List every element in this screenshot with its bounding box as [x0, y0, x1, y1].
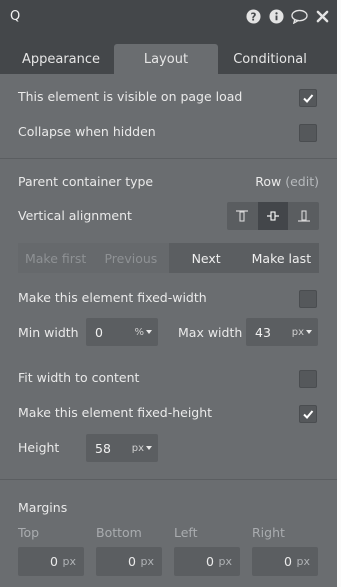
check-icon: [303, 94, 314, 103]
make-first-button[interactable]: Make first: [18, 243, 93, 273]
fixed-width-checkbox[interactable]: [299, 290, 317, 308]
visible-on-load-checkbox[interactable]: [299, 89, 317, 107]
margin-bottom-value: 0: [128, 554, 136, 569]
fit-width-checkbox[interactable]: [299, 370, 317, 388]
margin-bottom-unit: px: [140, 555, 155, 568]
element-order-buttons: Make first Previous Next Make last: [18, 243, 319, 273]
min-width-label: Min width: [18, 325, 79, 340]
align-center-icon: [267, 211, 279, 221]
max-width-input[interactable]: 43 px: [246, 318, 318, 346]
margin-right-value: 0: [284, 554, 292, 569]
align-bottom-icon: [297, 210, 310, 222]
height-value: 58: [95, 440, 111, 456]
caret-down-icon: [146, 446, 152, 450]
margin-left-unit: px: [218, 555, 233, 568]
caret-down-icon: [306, 330, 312, 334]
close-icon[interactable]: [314, 8, 331, 25]
comment-icon[interactable]: [291, 8, 308, 25]
parent-container-type-label: Parent container type: [18, 174, 154, 189]
tab-conditional[interactable]: Conditional: [218, 44, 322, 74]
align-top-button[interactable]: [227, 202, 258, 230]
parent-container-type-value[interactable]: Row (edit): [255, 174, 319, 189]
property-editor-panel: Q ? Appearance Layout Conditional This e…: [0, 0, 337, 587]
check-icon: [303, 410, 314, 419]
tab-layout[interactable]: Layout: [114, 44, 218, 74]
min-width-unit: %: [134, 326, 144, 338]
margin-top-label: Top: [18, 525, 40, 540]
vertical-alignment-group: [227, 202, 319, 230]
fixed-height-checkbox[interactable]: [299, 405, 317, 423]
fixed-width-label: Make this element fixed-width: [18, 290, 207, 305]
svg-text:?: ?: [251, 11, 257, 23]
title-bar: Q ?: [0, 0, 337, 36]
title-bar-icons: ?: [245, 8, 331, 25]
height-input[interactable]: 58 px: [86, 434, 158, 462]
align-top-icon: [236, 210, 249, 222]
max-width-value: 43: [255, 324, 271, 340]
container-type: Row: [255, 174, 282, 189]
container-type-edit-link[interactable]: (edit): [285, 174, 319, 189]
min-width-input[interactable]: 0 %: [86, 318, 158, 346]
margin-right-unit: px: [296, 555, 311, 568]
margins-title: Margins: [18, 500, 68, 515]
fit-width-label: Fit width to content: [18, 370, 140, 385]
help-icon[interactable]: ?: [245, 8, 262, 25]
margin-top-input[interactable]: 0 px: [18, 547, 84, 576]
element-title: Q: [10, 9, 21, 24]
make-last-button[interactable]: Make last: [243, 243, 319, 273]
margin-left-label: Left: [174, 525, 198, 540]
previous-button[interactable]: Previous: [93, 243, 168, 273]
divider: [0, 158, 337, 159]
tab-bar: Appearance Layout Conditional: [0, 36, 337, 74]
info-icon[interactable]: [268, 8, 285, 25]
margin-top-value: 0: [50, 554, 58, 569]
margin-bottom-label: Bottom: [96, 525, 142, 540]
height-label: Height: [18, 440, 60, 455]
min-width-value: 0: [95, 324, 103, 340]
fixed-height-label: Make this element fixed-height: [18, 405, 213, 420]
margin-bottom-input[interactable]: 0 px: [96, 547, 162, 576]
tab-appearance[interactable]: Appearance: [8, 44, 114, 74]
visible-on-load-label: This element is visible on page load: [18, 89, 243, 104]
max-width-label: Max width: [178, 325, 243, 340]
collapse-when-hidden-checkbox[interactable]: [299, 124, 317, 142]
collapse-when-hidden-label: Collapse when hidden: [18, 124, 156, 139]
align-bottom-button[interactable]: [288, 202, 319, 230]
vertical-alignment-label: Vertical alignment: [18, 208, 132, 223]
next-button[interactable]: Next: [168, 243, 244, 273]
max-width-unit: px: [291, 326, 304, 338]
height-unit: px: [131, 442, 144, 454]
margin-right-input[interactable]: 0 px: [252, 547, 318, 576]
margin-left-input[interactable]: 0 px: [174, 547, 240, 576]
margin-right-label: Right: [252, 525, 285, 540]
caret-down-icon: [146, 330, 152, 334]
margin-left-value: 0: [206, 554, 214, 569]
align-center-button[interactable]: [257, 202, 289, 230]
margin-top-unit: px: [62, 555, 77, 568]
divider: [0, 479, 337, 480]
